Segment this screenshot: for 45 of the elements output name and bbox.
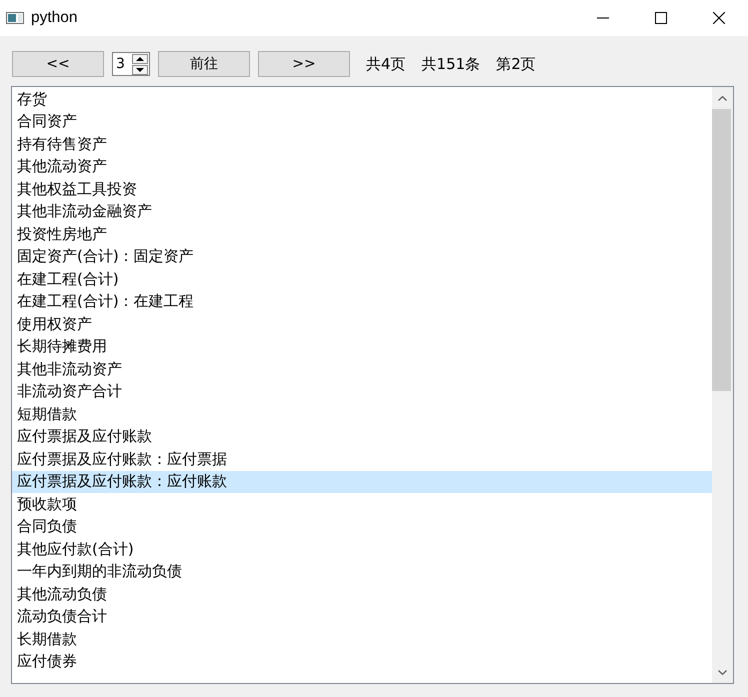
- list-item[interactable]: 其他非流动金融资产: [12, 200, 712, 223]
- list-item[interactable]: 流动负债合计: [12, 606, 712, 628]
- list-item[interactable]: 应付票据及应付账款：应付票据: [12, 448, 712, 470]
- list-item[interactable]: 固定资产(合计)：固定资产: [12, 246, 712, 268]
- list-item[interactable]: 持有待售资产: [12, 133, 712, 156]
- window-title: python: [31, 9, 78, 27]
- list-item[interactable]: 非流动资产合计: [12, 380, 712, 403]
- list-item[interactable]: 预收款项: [12, 493, 712, 516]
- triangle-up-icon: [136, 56, 144, 60]
- app-icon: [6, 12, 24, 24]
- spin-down-button[interactable]: [132, 64, 148, 74]
- list-item[interactable]: 长期待摊费用: [12, 336, 712, 358]
- triangle-down-icon: [136, 68, 144, 72]
- next-page-button[interactable]: >>: [258, 51, 350, 77]
- chevron-down-icon: [718, 670, 727, 674]
- spin-up-button[interactable]: [132, 54, 148, 64]
- list-item[interactable]: 应付票据及应付账款：应付账款: [12, 470, 712, 493]
- list-item[interactable]: 投资性房地产: [12, 223, 712, 246]
- previous-page-button[interactable]: <<: [12, 51, 104, 77]
- list-item[interactable]: 应付债券: [12, 650, 712, 673]
- list-item[interactable]: 其他权益工具投资: [12, 178, 712, 200]
- list-item[interactable]: 合同资产: [12, 110, 712, 133]
- close-icon: [713, 12, 725, 24]
- page-number-field[interactable]: 3: [113, 54, 132, 74]
- current-page-label: 第2页: [496, 54, 536, 74]
- list-item[interactable]: 在建工程(合计)：在建工程: [12, 290, 712, 313]
- go-button[interactable]: 前往: [158, 51, 250, 77]
- list-item[interactable]: 存货: [12, 88, 712, 110]
- list-item[interactable]: 使用权资产: [12, 313, 712, 336]
- list-item[interactable]: 其他流动负债: [12, 583, 712, 606]
- list-item[interactable]: 合同负债: [12, 516, 712, 538]
- list-item[interactable]: 其他非流动资产: [12, 358, 712, 380]
- maximize-icon: [655, 12, 667, 24]
- total-records-label: 共151条: [422, 54, 480, 74]
- list-item[interactable]: 其他应付款(合计): [12, 538, 712, 560]
- total-pages-label: 共4页: [366, 54, 406, 74]
- list-item[interactable]: 在建工程(合计): [12, 268, 712, 290]
- list-item[interactable]: 一年内到期的非流动负债: [12, 560, 712, 583]
- list-item[interactable]: 其他流动资产: [12, 156, 712, 178]
- chevron-up-icon: [718, 96, 727, 100]
- page-spinbox[interactable]: 3: [112, 52, 150, 76]
- scrollbar-thumb[interactable]: [712, 109, 731, 391]
- list-item[interactable]: 应付票据及应付账款: [12, 426, 712, 448]
- list-item[interactable]: 短期借款: [12, 403, 712, 426]
- list-item[interactable]: 长期借款: [12, 628, 712, 650]
